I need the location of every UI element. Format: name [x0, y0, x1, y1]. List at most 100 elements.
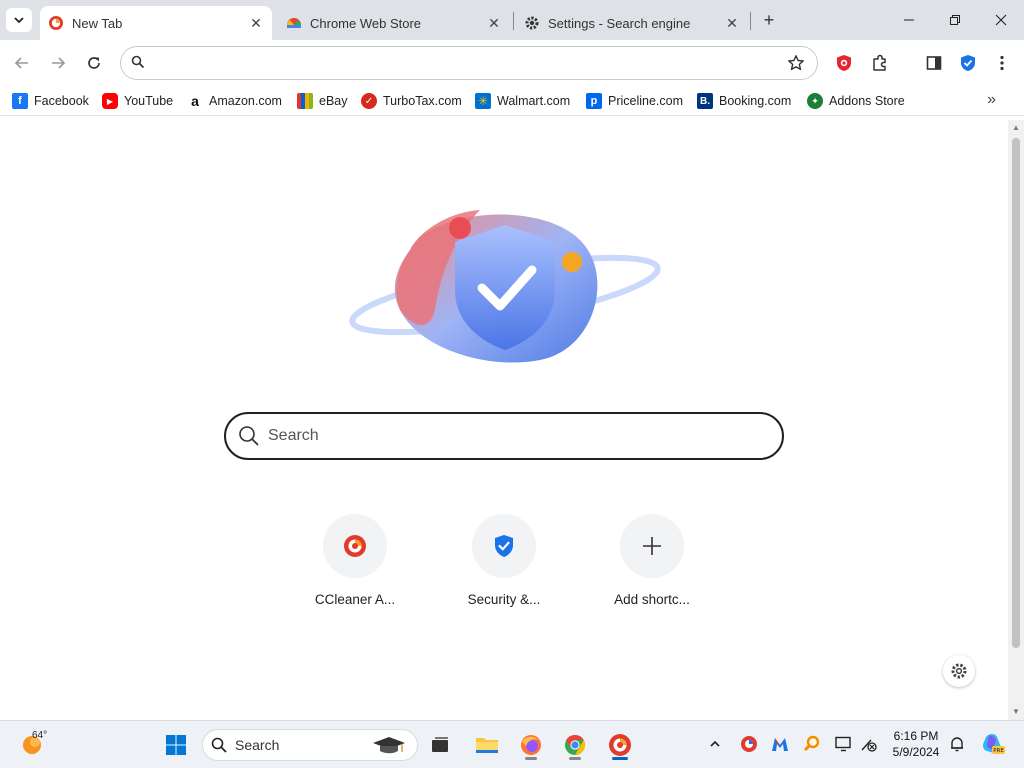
- plus-icon: [643, 537, 661, 555]
- copilot-pre-icon: PRE: [983, 734, 1005, 754]
- security-shield-illustration: [349, 210, 661, 363]
- search-icon: [239, 426, 259, 446]
- search-icon: [211, 737, 227, 753]
- shortcut-label: Add shortc...: [614, 592, 690, 607]
- show-hidden-icons-button[interactable]: [704, 733, 726, 755]
- extension-ccleaner-button[interactable]: [832, 50, 856, 76]
- customize-chrome-button[interactable]: [943, 655, 975, 687]
- bookmark-label: Walmart.com: [497, 94, 571, 108]
- taskbar-search[interactable]: Search: [202, 729, 418, 761]
- forward-button[interactable]: [45, 50, 71, 76]
- chevron-double-right-icon: »: [987, 91, 996, 108]
- system-clock[interactable]: 6:16 PM 5/9/2024: [880, 728, 952, 760]
- bookmark-star-icon[interactable]: [787, 54, 805, 77]
- restore-button[interactable]: [932, 0, 978, 40]
- taskbar-search-label: Search: [235, 737, 280, 753]
- shortcut-ccleaner[interactable]: CCleaner A...: [300, 514, 410, 614]
- tray-search-app[interactable]: [801, 733, 823, 755]
- red-shield-icon: [837, 55, 851, 71]
- close-window-button[interactable]: [978, 0, 1024, 40]
- windows-logo-icon: [166, 735, 186, 755]
- task-view-button[interactable]: [424, 729, 456, 761]
- close-icon[interactable]: ✕: [248, 15, 264, 31]
- bookmark-label: Priceline.com: [608, 94, 684, 108]
- tab-chrome-web-store[interactable]: Chrome Web Store ✕: [278, 6, 510, 40]
- scroll-up-icon[interactable]: ▲: [1012, 124, 1020, 132]
- tray-network[interactable]: [858, 733, 880, 755]
- chrome-button[interactable]: [559, 729, 591, 761]
- copilot-button[interactable]: PRE: [980, 733, 1006, 755]
- shortcut-label: CCleaner A...: [314, 592, 396, 607]
- arrow-left-icon: [14, 57, 28, 69]
- ccleaner-browser-button[interactable]: [604, 729, 636, 761]
- booking-icon: B.: [697, 93, 713, 109]
- ccleaner-tray-icon: [741, 736, 757, 752]
- scroll-thumb[interactable]: [1012, 138, 1020, 648]
- bookmark-youtube[interactable]: ▶ YouTube: [102, 92, 173, 110]
- bookmark-label: Facebook: [34, 94, 89, 108]
- start-button[interactable]: [160, 729, 192, 761]
- profile-security-button[interactable]: [956, 50, 980, 76]
- new-tab-page: CCleaner A... Security &... Add shortc..…: [0, 120, 1008, 720]
- bookmark-booking[interactable]: B. Booking.com: [697, 92, 791, 110]
- ntp-search-input[interactable]: [268, 427, 748, 445]
- side-panel-icon: [926, 56, 942, 70]
- tab-search-button[interactable]: [6, 8, 32, 32]
- file-explorer-button[interactable]: [471, 729, 503, 761]
- gear-icon: [951, 663, 967, 679]
- back-button[interactable]: [9, 50, 35, 76]
- tab-new-tab[interactable]: New Tab ✕: [40, 6, 272, 40]
- app-running-indicator: [569, 757, 581, 760]
- new-tab-button[interactable]: +: [758, 9, 780, 31]
- windows-taskbar: 64° Search 6:16 PM 5/9/2024 PRE: [0, 720, 1024, 768]
- weather-temperature: 64°: [32, 730, 48, 741]
- bookmark-walmart[interactable]: ✳ Walmart.com: [475, 92, 570, 110]
- ccleaner-icon: [344, 535, 366, 557]
- search-icon: [131, 55, 145, 74]
- reload-button[interactable]: [81, 50, 107, 76]
- bookmark-facebook[interactable]: f Facebook: [12, 92, 89, 110]
- toolbar: [0, 40, 1024, 86]
- side-panel-button[interactable]: [922, 50, 946, 76]
- bookmark-amazon[interactable]: a Amazon.com: [187, 92, 282, 110]
- chrome-icon: [565, 734, 586, 756]
- extensions-button[interactable]: [868, 50, 892, 76]
- bookmark-priceline[interactable]: p Priceline.com: [586, 92, 683, 110]
- address-input[interactable]: [155, 53, 775, 73]
- vertical-scrollbar[interactable]: ▲ ▼: [1008, 120, 1024, 720]
- chrome-web-store-icon: [286, 15, 302, 31]
- menu-button[interactable]: [990, 50, 1014, 76]
- firefox-icon: [521, 735, 541, 755]
- tray-display[interactable]: [833, 733, 855, 755]
- task-view-icon: [432, 737, 448, 752]
- address-bar[interactable]: [120, 46, 818, 80]
- bookmarks-overflow-button[interactable]: »: [987, 91, 996, 109]
- tab-separator: [750, 12, 751, 30]
- firefox-button[interactable]: [515, 729, 547, 761]
- scroll-down-icon[interactable]: ▼: [1012, 708, 1020, 716]
- chevron-down-icon: [14, 17, 24, 24]
- ccleaner-icon: [48, 15, 64, 31]
- bookmark-turbotax[interactable]: ✓ TurboTax.com: [361, 92, 462, 110]
- notifications-button[interactable]: [946, 733, 968, 755]
- plus-icon: +: [763, 9, 775, 30]
- ntp-search-box[interactable]: [224, 412, 784, 460]
- close-icon[interactable]: ✕: [724, 15, 740, 31]
- addons-store-icon: ✦: [807, 93, 823, 109]
- tray-ccleaner[interactable]: [738, 733, 760, 755]
- tab-strip: New Tab ✕ Chrome Web Store ✕ Settings - …: [0, 0, 1024, 40]
- tab-settings[interactable]: Settings - Search engine ✕: [516, 6, 748, 40]
- bookmark-addons-store[interactable]: ✦ Addons Store: [807, 92, 905, 110]
- tab-title: Chrome Web Store: [310, 15, 422, 31]
- shortcut-security[interactable]: Security &...: [449, 514, 559, 614]
- shortcut-label: Security &...: [467, 592, 541, 607]
- minimize-button[interactable]: [886, 0, 932, 40]
- reload-icon: [88, 57, 100, 69]
- shortcut-tile: [472, 514, 536, 578]
- turbotax-icon: ✓: [361, 93, 377, 109]
- tray-malwarebytes[interactable]: [769, 733, 791, 755]
- bookmarks-bar: f Facebook ▶ YouTube a Amazon.com eBay ✓…: [0, 86, 1024, 116]
- shortcut-add[interactable]: Add shortc...: [597, 514, 707, 614]
- bookmark-ebay[interactable]: eBay: [297, 92, 348, 110]
- close-icon[interactable]: ✕: [486, 15, 502, 31]
